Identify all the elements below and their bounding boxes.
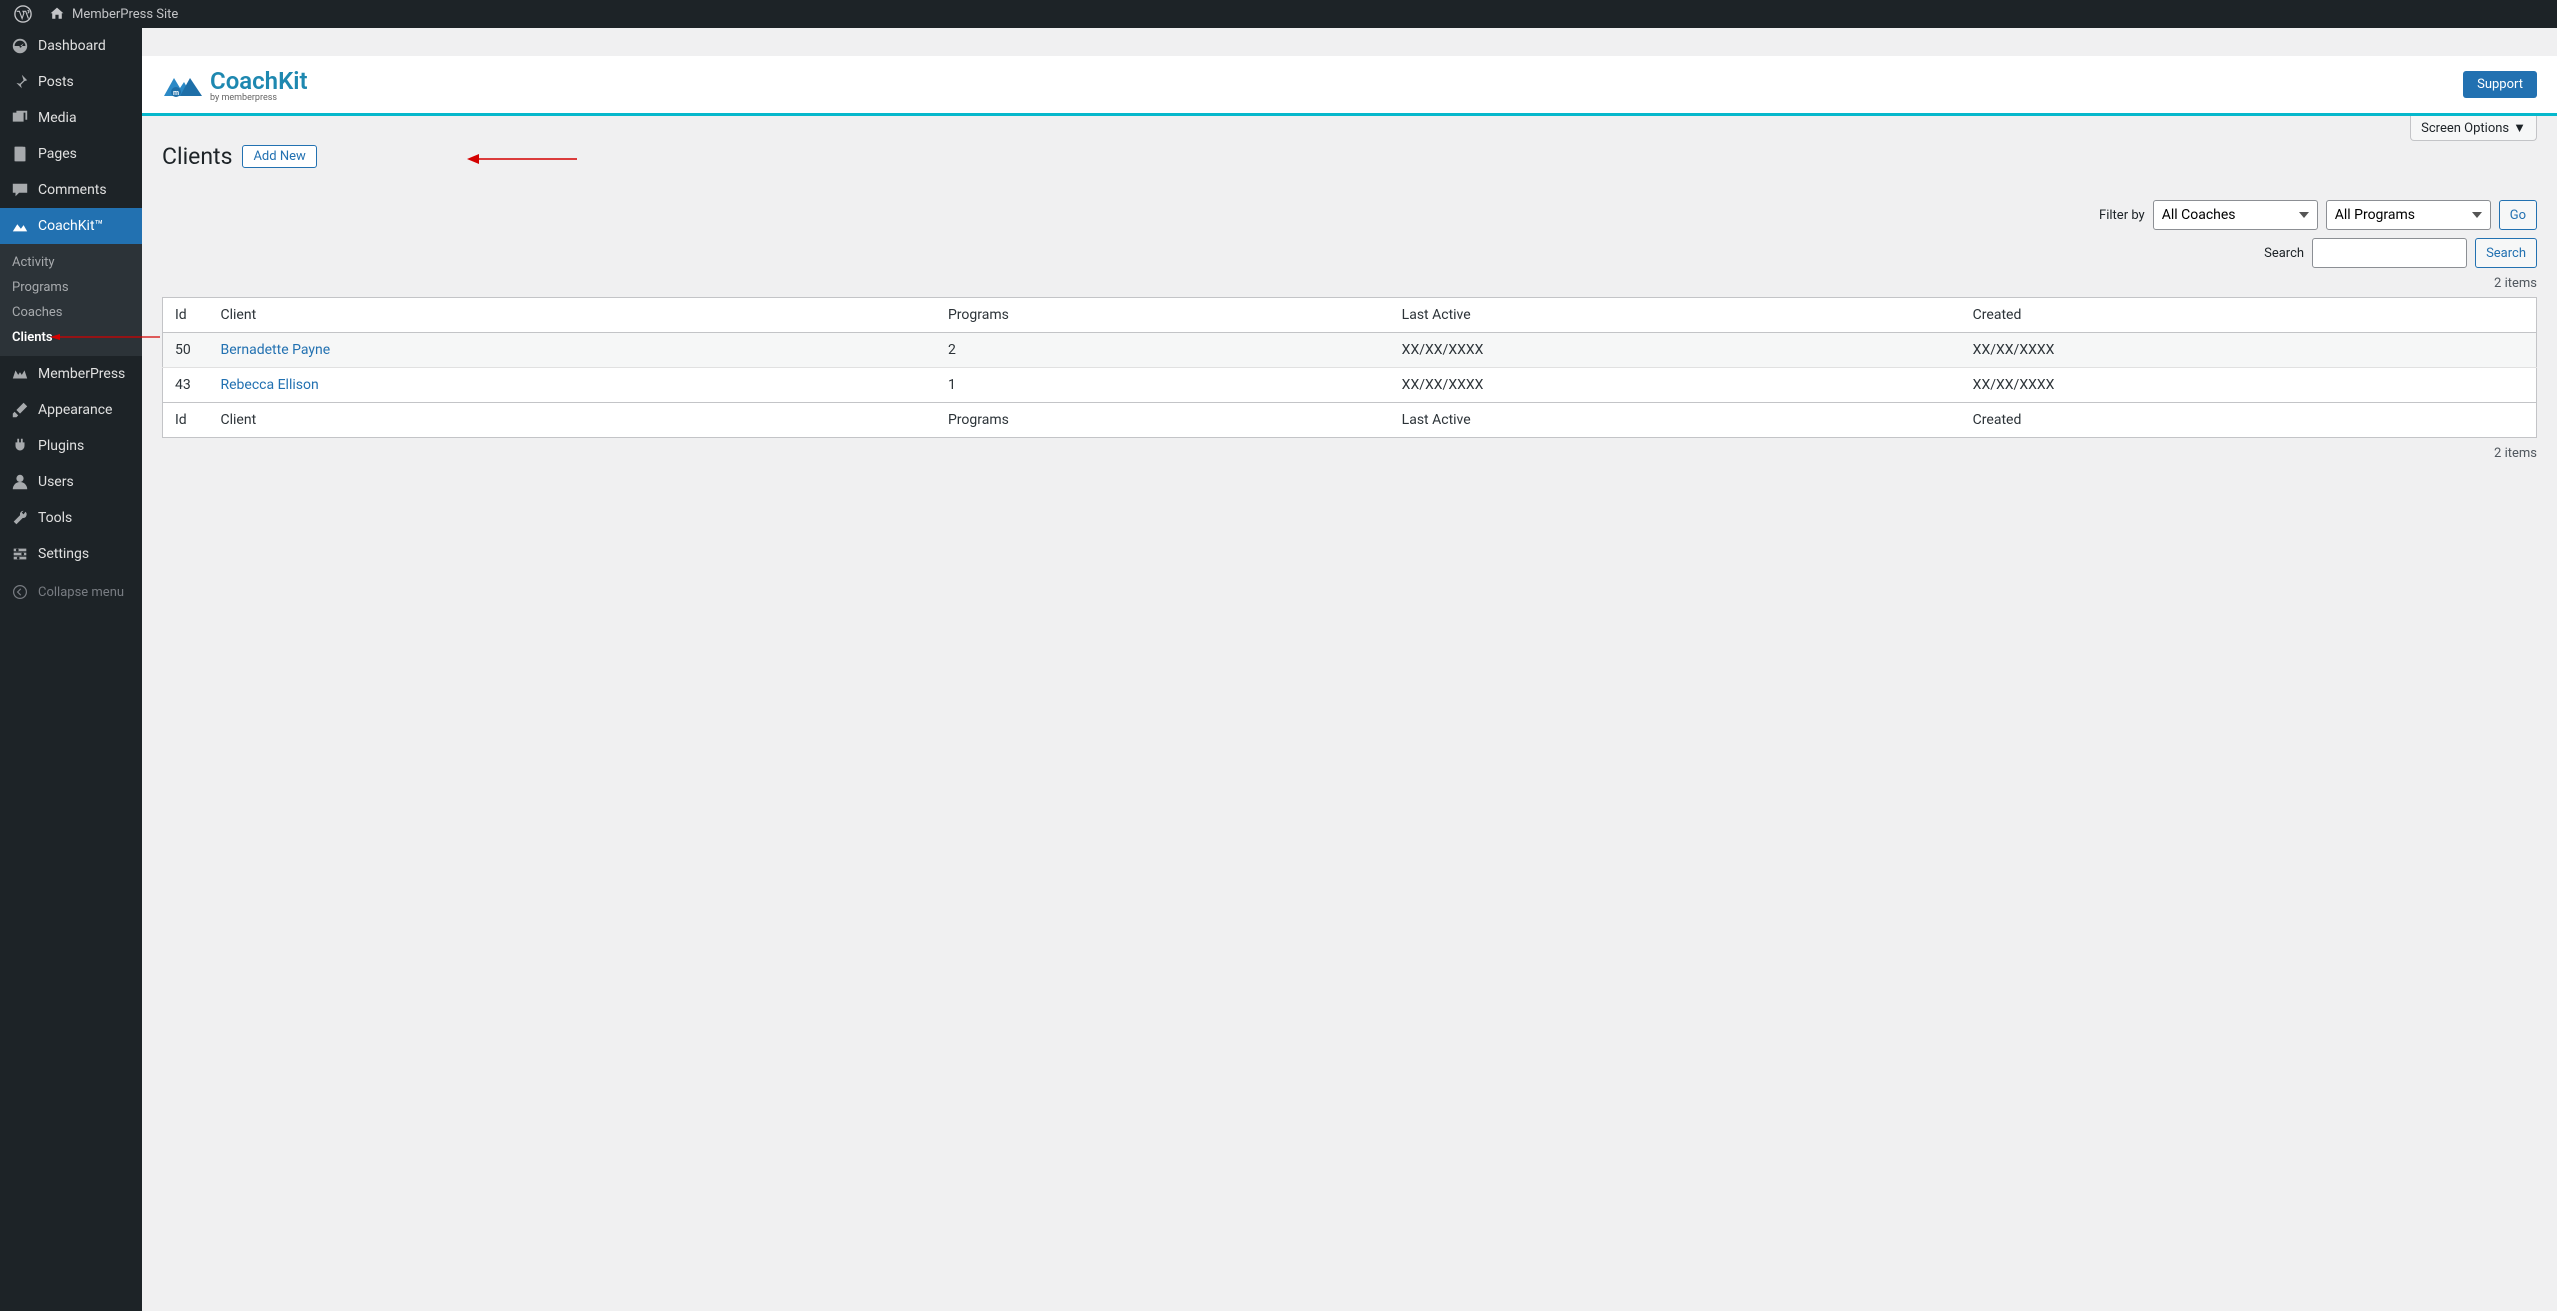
add-new-button[interactable]: Add New	[242, 145, 316, 168]
filter-go-button[interactable]: Go	[2499, 200, 2537, 230]
items-count-bottom: 2 items	[162, 446, 2537, 461]
sidebar-item-dashboard[interactable]: Dashboard	[0, 28, 142, 64]
chart-icon	[10, 216, 30, 236]
submenu-programs[interactable]: Programs	[0, 275, 142, 300]
coachkit-header: m CoachKit by memberpress Support	[142, 56, 2557, 116]
admin-bar: MemberPress Site	[0, 0, 2557, 28]
filter-by-label: Filter by	[2099, 208, 2145, 223]
filter-coaches-select[interactable]: All Coaches	[2153, 200, 2318, 230]
sidebar-item-memberpress[interactable]: MemberPress	[0, 356, 142, 392]
sidebar-label: CoachKit™	[38, 218, 103, 234]
coachkit-logo: m CoachKit by memberpress	[162, 67, 308, 103]
col-programs[interactable]: Programs	[938, 298, 1392, 333]
site-link[interactable]: MemberPress Site	[40, 5, 186, 23]
cell-created: XX/XX/XXXX	[1963, 368, 2537, 403]
sidebar-label: Tools	[38, 510, 72, 526]
col-client[interactable]: Client	[211, 298, 938, 333]
client-link[interactable]: Rebecca Ellison	[221, 377, 319, 393]
cell-created: XX/XX/XXXX	[1963, 333, 2537, 368]
mountain-icon: m	[162, 70, 204, 100]
col-id[interactable]: Id	[163, 298, 211, 333]
filter-programs-select[interactable]: All Programs	[2326, 200, 2491, 230]
sidebar-item-settings[interactable]: Settings	[0, 536, 142, 572]
table-footer-row: Id Client Programs Last Active Created	[163, 403, 2537, 438]
col-id[interactable]: Id	[163, 403, 211, 438]
sidebar-item-appearance[interactable]: Appearance	[0, 392, 142, 428]
table-row: 50 Bernadette Payne 2 XX/XX/XXXX XX/XX/X…	[163, 333, 2537, 368]
coachkit-submenu: Activity Programs Coaches Clients	[0, 244, 142, 356]
sidebar-item-tools[interactable]: Tools	[0, 500, 142, 536]
cell-id: 50	[163, 333, 211, 368]
search-row: Search Search	[162, 238, 2537, 268]
collapse-icon	[10, 582, 30, 602]
sidebar-label: Media	[38, 110, 77, 126]
sidebar-label: MemberPress	[38, 366, 125, 382]
col-client[interactable]: Client	[211, 403, 938, 438]
col-last-active[interactable]: Last Active	[1392, 298, 1963, 333]
client-link[interactable]: Bernadette Payne	[221, 342, 331, 358]
sidebar-label: Comments	[38, 182, 107, 198]
home-icon	[48, 5, 66, 23]
support-button[interactable]: Support	[2463, 71, 2537, 98]
table-header-row: Id Client Programs Last Active Created	[163, 298, 2537, 333]
pages-icon	[10, 144, 30, 164]
cell-programs: 1	[938, 368, 1392, 403]
cell-last-active: XX/XX/XXXX	[1392, 333, 1963, 368]
site-name: MemberPress Site	[72, 7, 178, 22]
admin-sidebar: Dashboard Posts Media Pages Comments Coa…	[0, 28, 142, 1311]
plug-icon	[10, 436, 30, 456]
col-last-active[interactable]: Last Active	[1392, 403, 1963, 438]
sidebar-item-coachkit[interactable]: CoachKit™	[0, 208, 142, 244]
sidebar-label: Plugins	[38, 438, 84, 454]
filters-row: Filter by All Coaches All Programs Go	[162, 200, 2537, 230]
cell-id: 43	[163, 368, 211, 403]
sidebar-item-plugins[interactable]: Plugins	[0, 428, 142, 464]
cell-programs: 2	[938, 333, 1392, 368]
user-icon	[10, 472, 30, 492]
main-content: m CoachKit by memberpress Support Screen…	[142, 56, 2557, 481]
media-icon	[10, 108, 30, 128]
sidebar-label: Pages	[38, 146, 77, 162]
search-input[interactable]	[2312, 238, 2467, 268]
annotation-arrow-add-new	[467, 153, 577, 165]
sidebar-label: Settings	[38, 546, 89, 562]
sidebar-item-posts[interactable]: Posts	[0, 64, 142, 100]
sidebar-item-comments[interactable]: Comments	[0, 172, 142, 208]
sidebar-label: Dashboard	[38, 38, 106, 54]
search-label: Search	[2264, 246, 2304, 261]
items-count-top: 2 items	[162, 276, 2537, 291]
sidebar-label: Users	[38, 474, 74, 490]
col-created[interactable]: Created	[1963, 298, 2537, 333]
svg-text:m: m	[173, 89, 179, 97]
wordpress-icon	[14, 5, 32, 23]
sidebar-label: Appearance	[38, 402, 112, 418]
sidebar-label: Posts	[38, 74, 74, 90]
submenu-coaches[interactable]: Coaches	[0, 300, 142, 325]
clients-table: Id Client Programs Last Active Created 5…	[162, 297, 2537, 438]
search-button[interactable]: Search	[2475, 238, 2537, 268]
settings-icon	[10, 544, 30, 564]
wp-logo[interactable]	[6, 5, 40, 23]
logo-text: CoachKit	[210, 67, 308, 95]
collapse-menu[interactable]: Collapse menu	[0, 572, 142, 612]
wrench-icon	[10, 508, 30, 528]
table-row: 43 Rebecca Ellison 1 XX/XX/XXXX XX/XX/XX…	[163, 368, 2537, 403]
col-created[interactable]: Created	[1963, 403, 2537, 438]
screen-options-toggle[interactable]: Screen Options ▼	[2410, 116, 2537, 141]
submenu-activity[interactable]: Activity	[0, 250, 142, 275]
dashboard-icon	[10, 36, 30, 56]
pin-icon	[10, 72, 30, 92]
comment-icon	[10, 180, 30, 200]
chevron-down-icon: ▼	[2513, 120, 2526, 136]
submenu-clients[interactable]: Clients	[0, 325, 142, 350]
sidebar-item-pages[interactable]: Pages	[0, 136, 142, 172]
col-programs[interactable]: Programs	[938, 403, 1392, 438]
sidebar-item-media[interactable]: Media	[0, 100, 142, 136]
cell-last-active: XX/XX/XXXX	[1392, 368, 1963, 403]
memberpress-icon	[10, 364, 30, 384]
brush-icon	[10, 400, 30, 420]
sidebar-item-users[interactable]: Users	[0, 464, 142, 500]
page-title: Clients	[162, 143, 232, 170]
